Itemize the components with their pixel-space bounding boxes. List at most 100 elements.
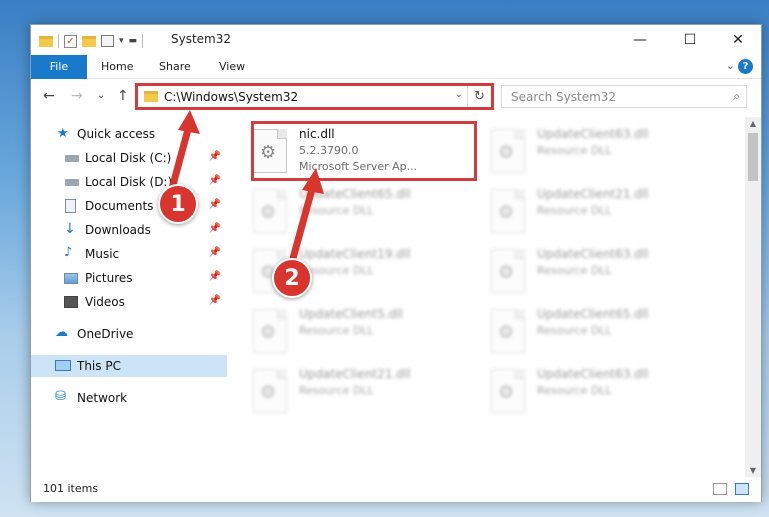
scrollbar-thumb[interactable] (748, 133, 758, 181)
file-name: UpdateClient5.dll (299, 307, 403, 321)
file-explorer-window: ✓ ▾ ▬ System32 — ☐ ✕ File Home Share Vie… (30, 24, 762, 502)
file-type: Resource DLL (537, 264, 612, 277)
item-count: 101 items (43, 482, 99, 495)
gear-icon: ⚙ (260, 202, 277, 223)
dll-file-icon: ⚙ (491, 249, 525, 293)
new-folder-icon[interactable] (82, 35, 96, 47)
minimize-button[interactable]: — (617, 25, 663, 55)
sidebar-item-local-disk-c[interactable]: Local Disk (C:) 📌 (31, 147, 227, 169)
maximize-button[interactable]: ☐ (667, 25, 713, 55)
tab-share[interactable]: Share (159, 55, 191, 79)
sidebar-item-label: Downloads (85, 223, 151, 237)
properties-check-icon[interactable]: ✓ (64, 34, 77, 48)
dll-file-icon: ⚙ (253, 369, 287, 413)
file-type: Resource DLL (299, 384, 374, 397)
file-type: Resource DLL (537, 324, 612, 337)
sidebar-item-label: Network (77, 391, 128, 405)
navigation-bar: ← → ⌄ ↑ C:\Windows\System32 ⌄ ↻ Search S… (31, 80, 761, 114)
drive-icon (65, 179, 79, 186)
ribbon-tabs: File Home Share View ⌄ ? (31, 55, 761, 79)
file-item[interactable]: ⚙ UpdateClient5.dll Resource DLL (253, 305, 473, 361)
dll-file-icon: ⚙ (253, 189, 287, 233)
file-type: Resource DLL (537, 384, 612, 397)
dll-file-icon: ⚙ (491, 309, 525, 353)
status-bar: 101 items (31, 477, 761, 502)
download-icon: ↓ (64, 221, 76, 237)
file-item[interactable]: ⚙ UpdateClient65.dll Resource DLL (253, 185, 473, 241)
step-marker-2: 2 (272, 258, 312, 298)
dll-file-icon: ⚙ (253, 309, 287, 353)
pin-icon[interactable]: 📌 (209, 295, 221, 306)
documents-icon (65, 199, 76, 213)
sidebar-item-label: OneDrive (77, 327, 134, 341)
gear-icon: ⚙ (498, 142, 515, 163)
sidebar-item-quick-access[interactable]: ★ Quick access (31, 123, 227, 145)
tab-home[interactable]: Home (101, 55, 133, 79)
file-name: UpdateClient65.dll (537, 307, 649, 321)
file-item[interactable]: ⚙ UpdateClient65.dll Resource DLL (491, 305, 711, 361)
dll-file-icon: ⚙ (491, 189, 525, 233)
scroll-up-icon[interactable]: ▲ (745, 119, 761, 128)
sidebar-item-network[interactable]: ⛁ Network (31, 387, 227, 409)
pin-icon[interactable]: 📌 (209, 151, 221, 162)
sidebar-item-this-pc[interactable]: This PC (31, 355, 227, 377)
back-arrow-icon[interactable]: ← (43, 88, 55, 104)
chevron-down-icon[interactable]: ▾ (119, 36, 124, 46)
file-type: Resource DLL (537, 144, 612, 157)
close-button[interactable]: ✕ (715, 25, 761, 55)
title-bar: ✓ ▾ ▬ System32 — ☐ ✕ (31, 25, 761, 55)
music-icon: ♪ (64, 245, 73, 260)
sidebar-item-label: Local Disk (C:) (85, 151, 172, 165)
gear-icon: ⚙ (498, 262, 515, 283)
customize-toolbar-icon[interactable]: ▬ (129, 36, 138, 46)
large-icons-view-icon[interactable] (735, 483, 749, 495)
vertical-scrollbar[interactable]: ▲ ▼ (745, 117, 761, 477)
file-item[interactable]: ⚙ UpdateClient63.dll Resource DLL (491, 125, 711, 181)
drive-icon (65, 155, 79, 162)
folder-icon[interactable] (39, 35, 53, 47)
file-name: UpdateClient63.dll (537, 367, 649, 381)
pin-icon[interactable]: 📌 (209, 175, 221, 186)
sidebar-item-music[interactable]: ♪ Music 📌 (31, 243, 227, 265)
pin-icon[interactable]: 📌 (209, 271, 221, 282)
recent-locations-chevron-icon[interactable]: ⌄ (97, 90, 105, 101)
help-icon[interactable]: ? (738, 59, 753, 74)
gear-icon: ⚙ (498, 382, 515, 403)
toolbar-separator (142, 34, 144, 48)
tab-file[interactable]: File (31, 55, 87, 79)
sidebar-item-label: Local Disk (D:) (85, 175, 173, 189)
details-view-icon[interactable] (713, 483, 727, 495)
search-box[interactable]: Search System32 ⌕ (501, 85, 747, 108)
up-arrow-icon[interactable]: ↑ (117, 88, 129, 104)
pin-icon[interactable]: 📌 (209, 223, 221, 234)
pin-icon[interactable]: 📌 (209, 199, 221, 210)
expand-ribbon-icon[interactable]: ⌄ (726, 59, 735, 72)
gear-icon: ⚙ (260, 382, 277, 403)
quick-access-toolbar: ✓ ▾ ▬ (39, 31, 144, 51)
star-icon: ★ (57, 126, 69, 141)
file-type: Resource DLL (299, 204, 374, 217)
tab-view[interactable]: View (219, 55, 245, 79)
scroll-down-icon[interactable]: ▼ (745, 466, 761, 475)
forward-arrow-icon[interactable]: → (71, 88, 83, 104)
sidebar-item-label: Pictures (85, 271, 133, 285)
pictures-icon (64, 273, 78, 284)
gear-icon: ⚙ (260, 322, 277, 343)
file-item[interactable]: ⚙ UpdateClient63.dll Resource DLL (491, 365, 711, 421)
videos-icon (64, 296, 78, 308)
sidebar-item-local-disk-d[interactable]: Local Disk (D:) 📌 (31, 171, 227, 193)
sidebar-item-pictures[interactable]: Pictures 📌 (31, 267, 227, 289)
sidebar-item-downloads[interactable]: ↓ Downloads 📌 (31, 219, 227, 241)
properties-icon[interactable] (101, 35, 114, 47)
monitor-icon (55, 360, 71, 371)
search-icon[interactable]: ⌕ (733, 89, 740, 104)
file-item[interactable]: ⚙ UpdateClient21.dll Resource DLL (491, 185, 711, 241)
sidebar-item-onedrive[interactable]: ☁ OneDrive (31, 323, 227, 345)
file-name: UpdateClient19.dll (299, 247, 411, 261)
sidebar-item-label: Quick access (77, 127, 156, 141)
file-item[interactable]: ⚙ UpdateClient21.dll Resource DLL (253, 365, 473, 421)
sidebar-item-videos[interactable]: Videos 📌 (31, 291, 227, 313)
search-placeholder: Search System32 (511, 90, 617, 104)
file-item[interactable]: ⚙ UpdateClient63.dll Resource DLL (491, 245, 711, 301)
pin-icon[interactable]: 📌 (209, 247, 221, 258)
